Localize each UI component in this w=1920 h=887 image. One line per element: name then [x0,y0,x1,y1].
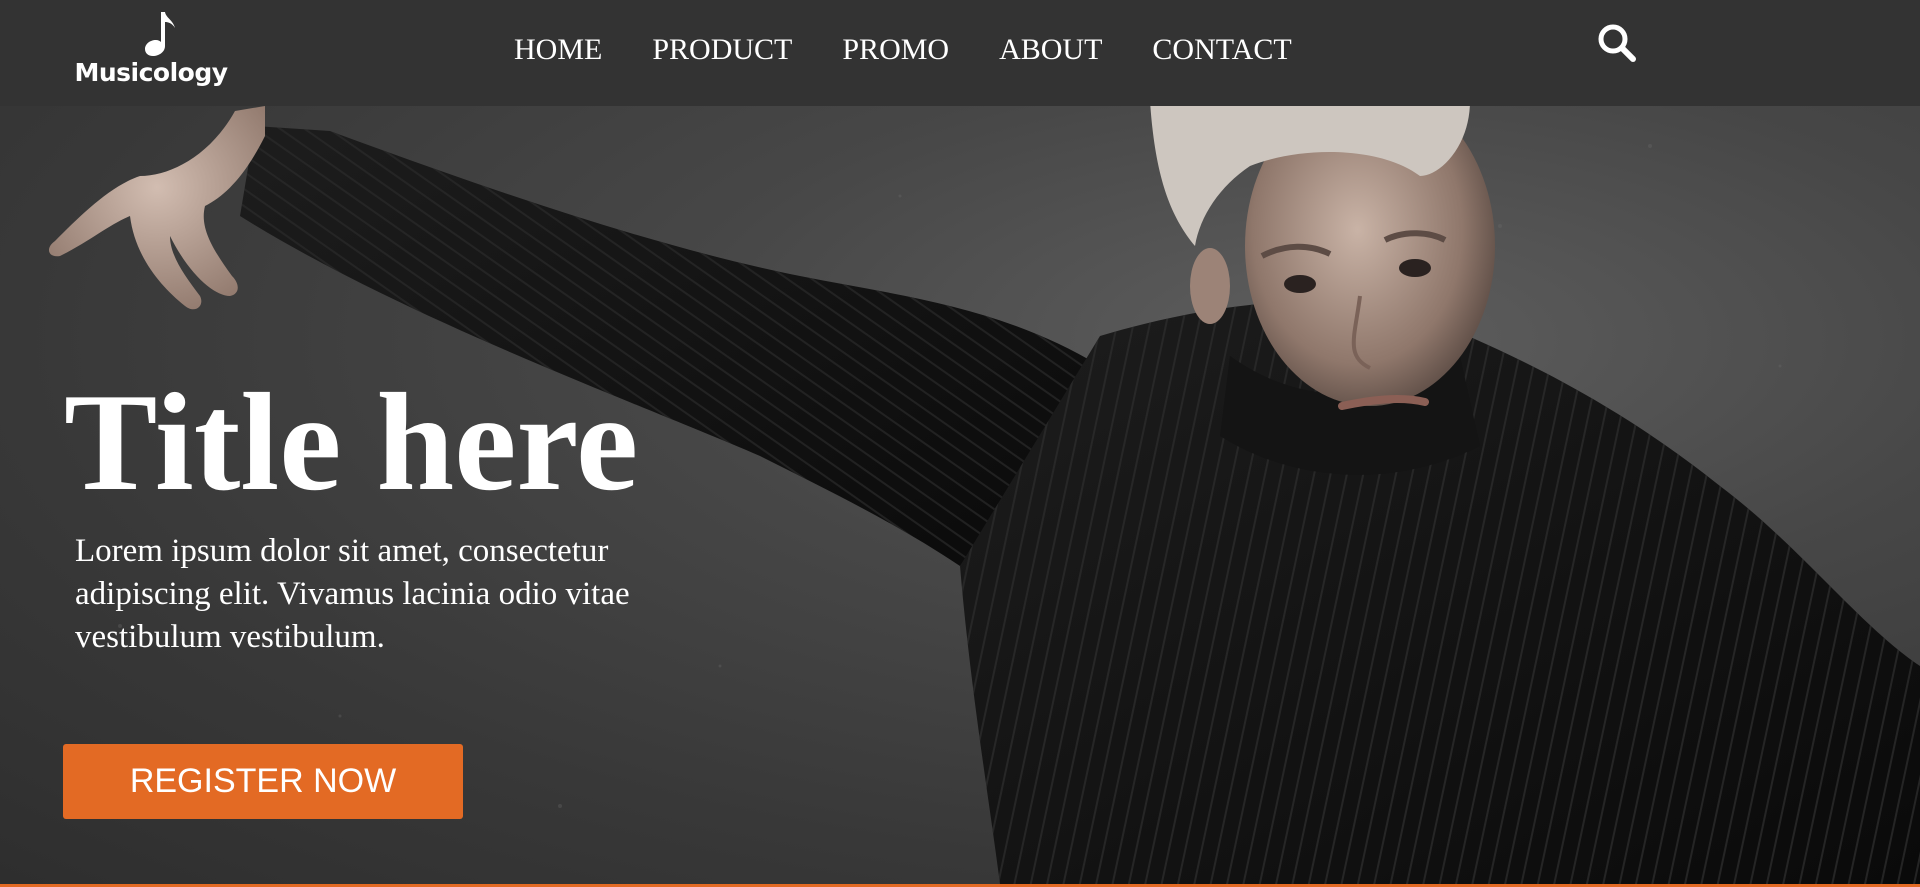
navbar: Musicology HOME PRODUCT PROMO ABOUT CONT… [0,0,1920,106]
nav-item-home[interactable]: HOME [514,28,602,72]
hero-description: Lorem ipsum dolor sit amet, consectetur … [75,533,630,655]
hero-title: Title here [64,365,639,520]
brand-logo[interactable]: Musicology [74,10,236,90]
music-note-icon [145,12,175,56]
nav-item-contact[interactable]: CONTACT [1152,28,1291,72]
nav-item-about[interactable]: ABOUT [999,28,1102,72]
landing-page: Musicology HOME PRODUCT PROMO ABOUT CONT… [0,0,1920,887]
register-now-button[interactable]: REGISTER NOW [63,744,463,819]
brand-name: Musicology [74,58,228,87]
hero-section: Title here Lorem ipsum dolor sit amet, c… [0,106,1920,884]
search-icon [1598,24,1636,62]
search-button[interactable] [1594,20,1642,68]
nav-item-product[interactable]: PRODUCT [652,28,792,72]
main-nav: HOME PRODUCT PROMO ABOUT CONTACT [514,28,1292,72]
nav-item-promo[interactable]: PROMO [842,28,949,72]
